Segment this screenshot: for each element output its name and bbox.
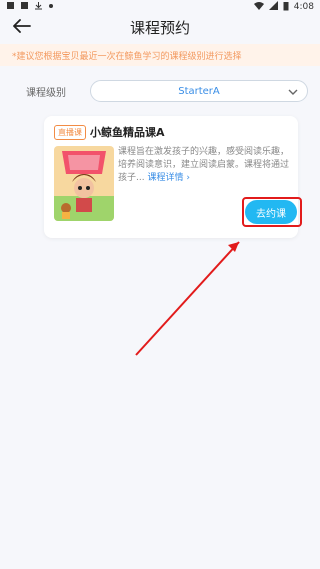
- level-label: 课程级别: [26, 87, 66, 99]
- course-name: 小鲸鱼精品课A: [90, 126, 165, 139]
- status-left: [6, 1, 54, 13]
- course-illustration: [54, 146, 114, 221]
- course-thumbnail[interactable]: [54, 146, 114, 221]
- course-description-text: 课程旨在激发孩子的兴趣，感受阅读乐趣，培养阅读意识，建立阅读启蒙。课程将通过孩子…: [118, 147, 290, 183]
- signal-icon: [268, 1, 278, 13]
- battery-icon: [283, 1, 289, 14]
- course-details-label: 课程详情: [147, 173, 184, 183]
- clock-time: 4:08: [293, 2, 314, 12]
- status-right: 4:08: [253, 1, 314, 14]
- chevron-right-icon: ›: [186, 173, 190, 183]
- wifi-icon: [253, 1, 264, 13]
- course-title-row: 直播课 小鲸鱼精品课A: [54, 124, 165, 140]
- notice-banner: *建议您根据宝贝最近一次在鲸鱼学习的课程级别进行选择: [0, 44, 320, 66]
- level-select[interactable]: StarterA: [90, 80, 308, 102]
- course-card[interactable]: 直播课 小鲸鱼精品课A 课程旨在激发孩子的兴趣，感受阅读乐趣，培养阅读意识，建立…: [44, 116, 302, 238]
- course-description: 课程旨在激发孩子的兴趣，感受阅读乐趣，培养阅读意识，建立阅读启蒙。课程将通过孩子…: [118, 146, 296, 185]
- dot-icon: [48, 2, 54, 12]
- back-button[interactable]: [12, 18, 32, 36]
- notification-icon: [20, 1, 29, 13]
- annotation-highlight-box: [242, 197, 302, 227]
- chevron-down-icon: [287, 87, 299, 97]
- app-header: 课程预约: [0, 14, 320, 40]
- level-selected-value: StarterA: [178, 85, 220, 97]
- live-course-badge: 直播课: [54, 124, 86, 140]
- level-filter-row: 课程级别 StarterA: [0, 80, 320, 102]
- page-title: 课程预约: [129, 18, 190, 37]
- course-details-link[interactable]: 课程详情 ›: [147, 173, 190, 183]
- notification-icon: [6, 1, 15, 13]
- download-icon: [34, 1, 43, 13]
- status-bar: 4:08: [0, 0, 320, 14]
- back-arrow-icon: [13, 18, 31, 37]
